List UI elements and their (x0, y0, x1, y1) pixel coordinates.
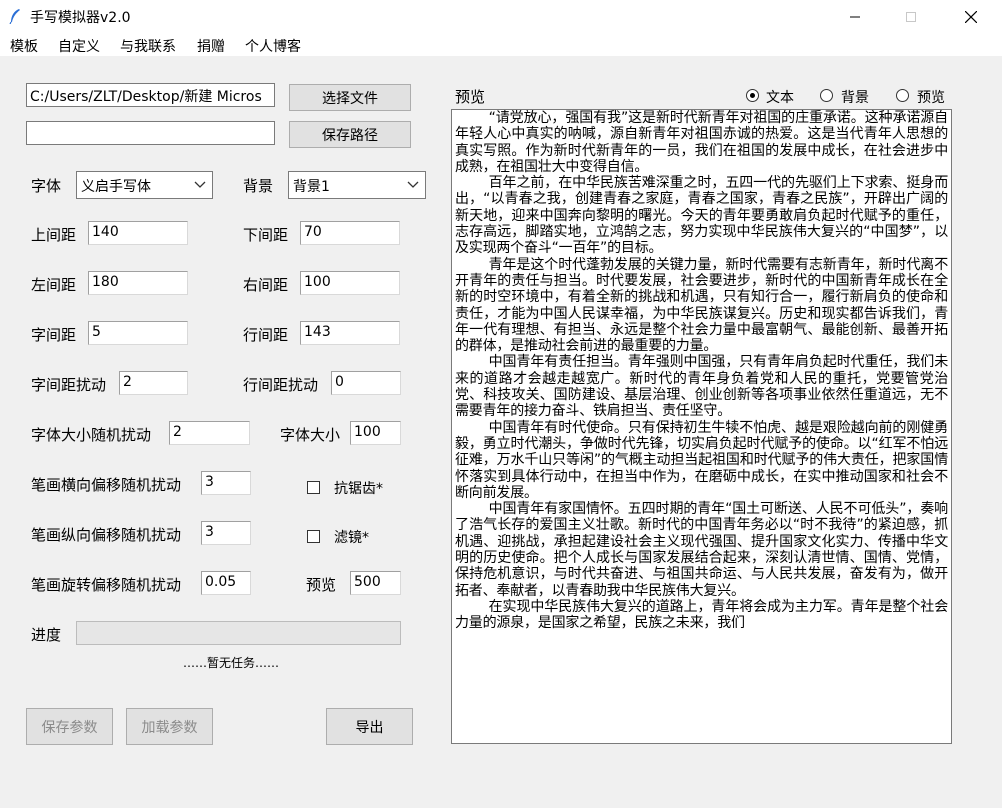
bottom-margin-input[interactable]: 70 (300, 221, 400, 245)
preview-text-content: “请党放心，强国有我”这是新时代新青年对祖国的庄重承诺。这种承诺源自年轻人心中真… (452, 110, 951, 632)
menu-donate[interactable]: 捐赠 (197, 36, 225, 56)
right-margin-input[interactable]: 100 (300, 271, 400, 295)
feather-icon (9, 9, 20, 24)
progress-bar (76, 621, 401, 645)
mode-label-text: 文本 (766, 90, 794, 106)
stroke-x-jitter-label: 笔画横向偏移随机扰动 (31, 476, 182, 494)
preview-paragraph: 百年之前，在中华民族苦难深重之时，五四一代的先驱们上下求索、挺身而出，“以青春之… (455, 175, 948, 257)
minimize-button[interactable] (832, 0, 878, 33)
top-margin-input[interactable]: 140 (88, 221, 188, 245)
stroke-rot-jitter-label: 笔画旋转偏移随机扰动 (31, 576, 182, 594)
stroke-y-jitter-label: 笔画纵向偏移随机扰动 (31, 526, 182, 544)
title-bar: 手写模拟器v2.0 (0, 0, 1002, 33)
preview-paragraph: 青年是这个时代蓬勃发展的关键力量，新时代需要有志新青年，新时代离不开青年的责任与… (455, 256, 948, 355)
save-params-button[interactable]: 保存参数 (26, 708, 113, 745)
preview-paragraph: 在实现中华民族伟大复兴的道路上，青年将会成为主力军。青年是整个社会力量的源泉，是… (455, 598, 948, 632)
preview-size-input[interactable]: 500 (350, 571, 401, 595)
chevron-down-icon (407, 181, 419, 188)
preview-paragraph: “请党放心，强国有我”这是新时代新青年对祖国的庄重承诺。这种承诺源自年轻人心中真… (455, 110, 948, 175)
bottom-margin-label: 下间距 (243, 226, 289, 244)
antialias-label: 抗锯齿* (334, 481, 383, 497)
font-size-label: 字体大小 (280, 426, 341, 444)
preview-panel-label: 预览 (455, 88, 486, 106)
window-title: 手写模拟器v2.0 (30, 10, 131, 26)
filter-checkbox[interactable] (307, 530, 320, 543)
mode-label-preview: 预览 (917, 90, 945, 106)
antialias-checkbox[interactable] (307, 481, 320, 494)
preview-paragraph: 中国青年有时代使命。只有保持初生牛犊不怕虎、越是艰险越向前的刚健勇毅，勇立时代潮… (455, 419, 948, 501)
char-spacing-jitter-input[interactable]: 2 (119, 371, 188, 395)
preview-paragraph: 中国青年有责任担当。青年强则中国强，只有青年肩负起时代重任，我们未来的道路才会越… (455, 354, 948, 420)
load-params-button[interactable]: 加载参数 (126, 708, 213, 745)
preview-textarea[interactable]: “请党放心，强国有我”这是新时代新青年对祖国的庄重承诺。这种承诺源自年轻人心中真… (451, 109, 952, 744)
line-spacing-jitter-label: 行间距扰动 (243, 376, 319, 394)
left-margin-input[interactable]: 180 (88, 271, 188, 295)
mode-radio-background[interactable] (820, 89, 833, 102)
maximize-icon (906, 11, 916, 22)
menu-contact[interactable]: 与我联系 (120, 36, 176, 56)
background-label: 背景 (243, 177, 274, 195)
export-button[interactable]: 导出 (326, 708, 413, 745)
progress-label: 进度 (31, 626, 62, 644)
font-select-value: 义启手写体 (81, 179, 151, 195)
file-path-input[interactable]: C:/Users/ZLT/Desktop/新建 Micros (26, 83, 275, 107)
char-spacing-jitter-label: 字间距扰动 (31, 376, 107, 394)
line-spacing-input[interactable]: 143 (300, 321, 400, 345)
stroke-x-jitter-input[interactable]: 3 (201, 471, 251, 495)
font-select[interactable]: 义启手写体 (76, 171, 213, 199)
left-margin-label: 左间距 (31, 276, 77, 294)
preview-size-label: 预览 (306, 576, 337, 594)
font-label: 字体 (31, 177, 62, 195)
preview-paragraph: 中国青年有家国情怀。五四时期的青年“国土可断送、人民不可低头”，奏响了浩气长存的… (455, 501, 948, 599)
menu-template[interactable]: 模板 (10, 36, 38, 56)
stroke-rot-jitter-input[interactable]: 0.05 (201, 571, 251, 595)
stroke-y-jitter-input[interactable]: 3 (201, 521, 251, 545)
right-margin-label: 右间距 (243, 276, 289, 294)
choose-file-button[interactable]: 选择文件 (289, 84, 411, 111)
font-size-input[interactable]: 100 (350, 421, 401, 445)
mode-label-background: 背景 (841, 90, 869, 106)
char-spacing-input[interactable]: 5 (88, 321, 188, 345)
mode-radio-preview[interactable] (896, 89, 909, 102)
top-margin-label: 上间距 (31, 226, 77, 244)
save-path-button[interactable]: 保存路径 (289, 121, 411, 148)
mode-radio-text[interactable] (746, 89, 759, 102)
close-icon (965, 10, 977, 23)
background-select[interactable]: 背景1 (288, 171, 426, 199)
minimize-icon (850, 16, 860, 17)
close-button[interactable] (948, 0, 994, 33)
font-size-jitter-label: 字体大小随机扰动 (31, 426, 152, 444)
menu-blog[interactable]: 个人博客 (245, 36, 301, 56)
menu-bar: 模板 自定义 与我联系 捐赠 个人博客 (0, 33, 1002, 57)
filter-label: 滤镜* (334, 530, 369, 546)
status-text: ……暂无任务…… (183, 656, 280, 670)
background-select-value: 背景1 (293, 179, 330, 195)
save-path-input[interactable] (26, 121, 275, 145)
maximize-button[interactable] (888, 0, 934, 33)
line-spacing-label: 行间距 (243, 326, 289, 344)
line-spacing-jitter-input[interactable]: 0 (331, 371, 401, 395)
menu-custom[interactable]: 自定义 (58, 36, 100, 56)
font-size-jitter-input[interactable]: 2 (169, 421, 250, 445)
char-spacing-label: 字间距 (31, 326, 77, 344)
chevron-down-icon (194, 181, 206, 188)
